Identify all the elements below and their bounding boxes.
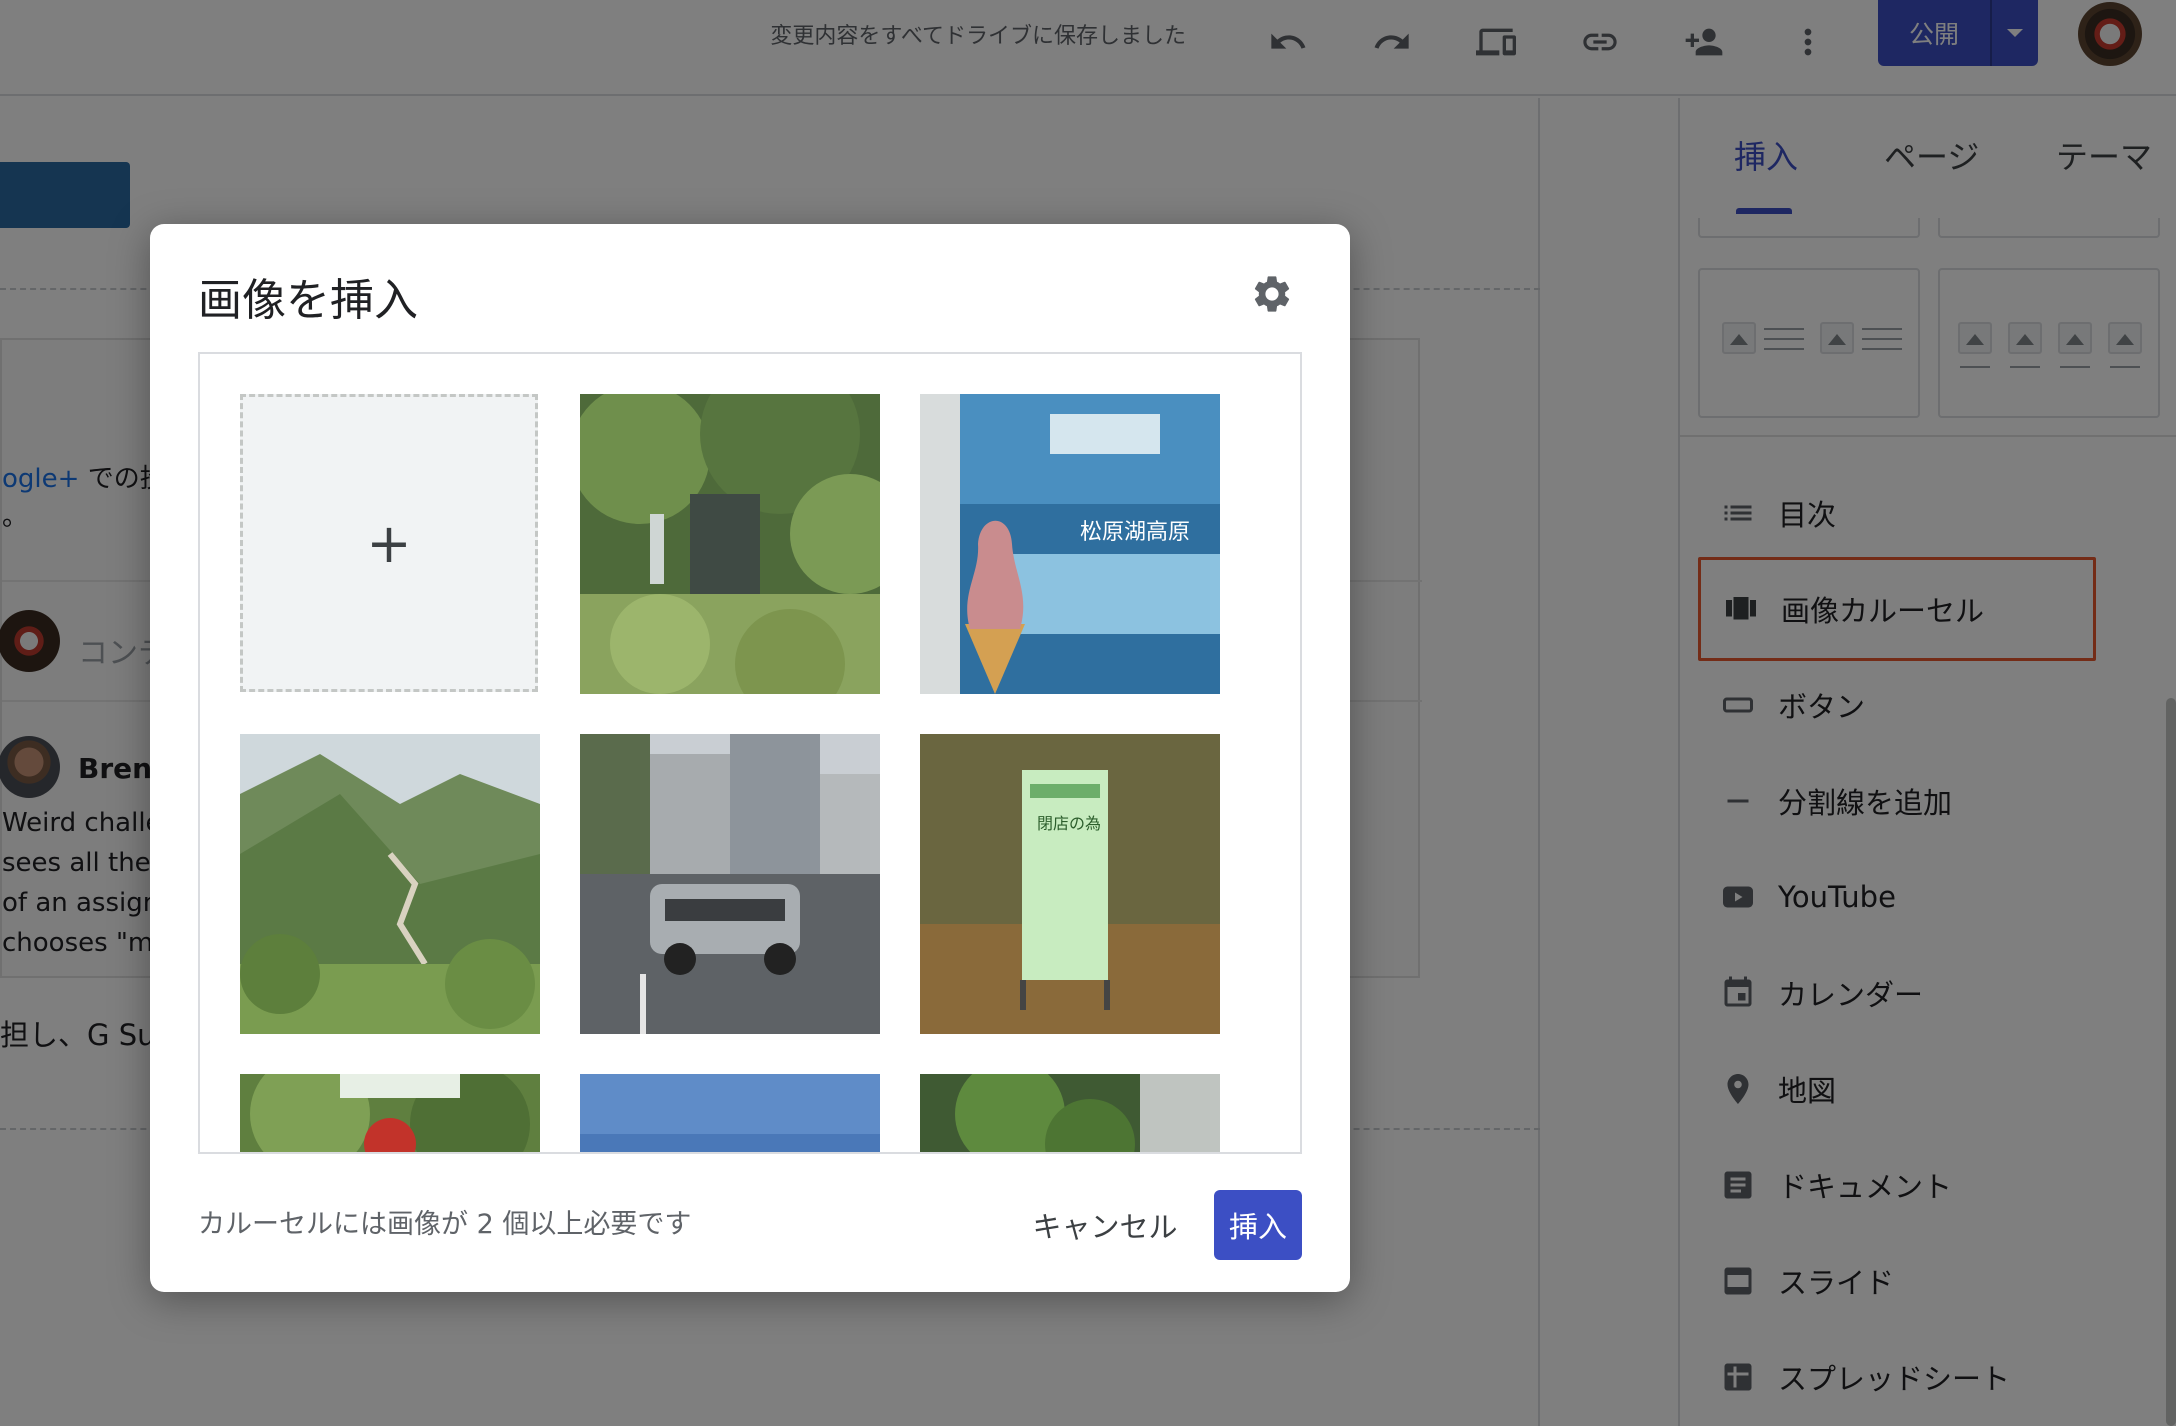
green-plant-photo[interactable] <box>920 1074 1220 1152</box>
add-image-tile[interactable]: + <box>240 394 538 692</box>
carousel-requirement-message: カルーセルには画像が 2 個以上必要です <box>198 1209 692 1240</box>
image-grid: + 松原湖高原 閉店の為 <box>198 352 1302 1154</box>
delorean-street-photo[interactable] <box>580 734 880 1034</box>
gear-icon[interactable] <box>1244 266 1300 322</box>
dialog-title: 画像を挿入 <box>198 275 418 326</box>
insert-image-dialog: 画像を挿入 + 松原湖高原 閉店の為 カルーセルには画像が 2 個以上必要です … <box>150 224 1350 1292</box>
cancel-button[interactable]: キャンセル <box>1028 1190 1182 1260</box>
closing-notice-sign-photo[interactable]: 閉店の為 <box>920 734 1220 1034</box>
poster-text: 松原湖高原 <box>1080 520 1190 545</box>
insert-button[interactable]: 挿入 <box>1214 1190 1302 1260</box>
soft-serve-ice-cream-photo[interactable]: 松原湖高原 <box>920 394 1220 694</box>
mountain-valley-photo[interactable] <box>240 734 540 1034</box>
sign-text: 閉店の為 <box>1037 814 1101 833</box>
blue-sky-photo[interactable] <box>580 1074 880 1152</box>
red-flower-leaves-photo[interactable] <box>240 1074 540 1152</box>
waterfall-forest-photo[interactable] <box>580 394 880 694</box>
